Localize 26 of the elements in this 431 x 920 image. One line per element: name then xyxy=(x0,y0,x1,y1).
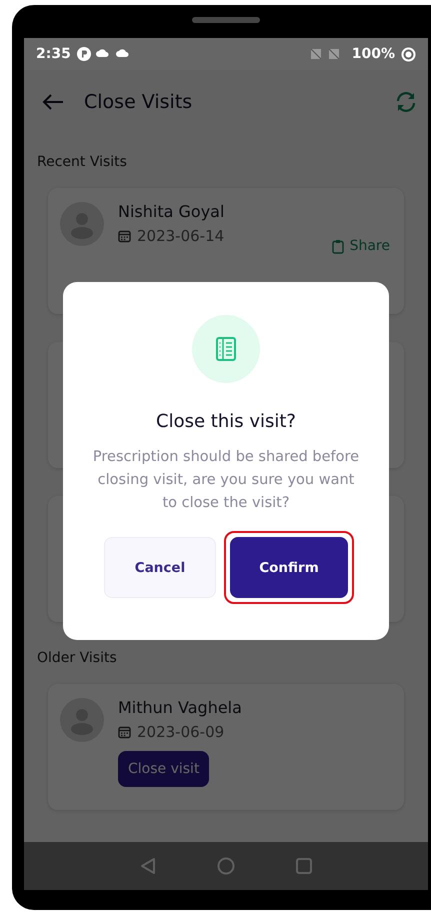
patient-name: Mithun Vaghela xyxy=(118,698,242,717)
cancel-button[interactable]: Cancel xyxy=(104,537,216,598)
refresh-icon[interactable] xyxy=(394,90,418,114)
document-icon xyxy=(216,337,236,361)
dialog-message: Prescription should be shared before closing visit, are you sure you want to close the visit? xyxy=(92,448,360,513)
page-title: Close Visits xyxy=(84,91,194,113)
dialog-title: Close this visit? xyxy=(156,411,296,432)
back-icon[interactable] xyxy=(139,857,157,875)
battery-level: 100% xyxy=(352,46,395,62)
section-title: Recent Visits xyxy=(37,154,128,170)
back-arrow-icon[interactable] xyxy=(42,94,64,110)
status-time: 2:35 xyxy=(36,46,71,62)
avatar-icon xyxy=(60,698,104,742)
visit-date: 2023-06-14 xyxy=(137,227,224,245)
visit-date: 2023-06-09 xyxy=(137,723,224,741)
recents-icon[interactable] xyxy=(295,857,313,875)
calendar-icon xyxy=(118,726,131,738)
home-icon[interactable] xyxy=(217,857,235,875)
clipboard-icon xyxy=(332,238,344,254)
battery-icon xyxy=(401,46,416,62)
patient-name: Nishita Goyal xyxy=(118,202,224,221)
confirm-button[interactable]: Confirm xyxy=(230,537,348,598)
calendar-icon xyxy=(118,230,131,242)
status-icons xyxy=(76,47,131,61)
section-title: Older Visits xyxy=(37,650,118,666)
avatar-icon xyxy=(60,202,104,246)
